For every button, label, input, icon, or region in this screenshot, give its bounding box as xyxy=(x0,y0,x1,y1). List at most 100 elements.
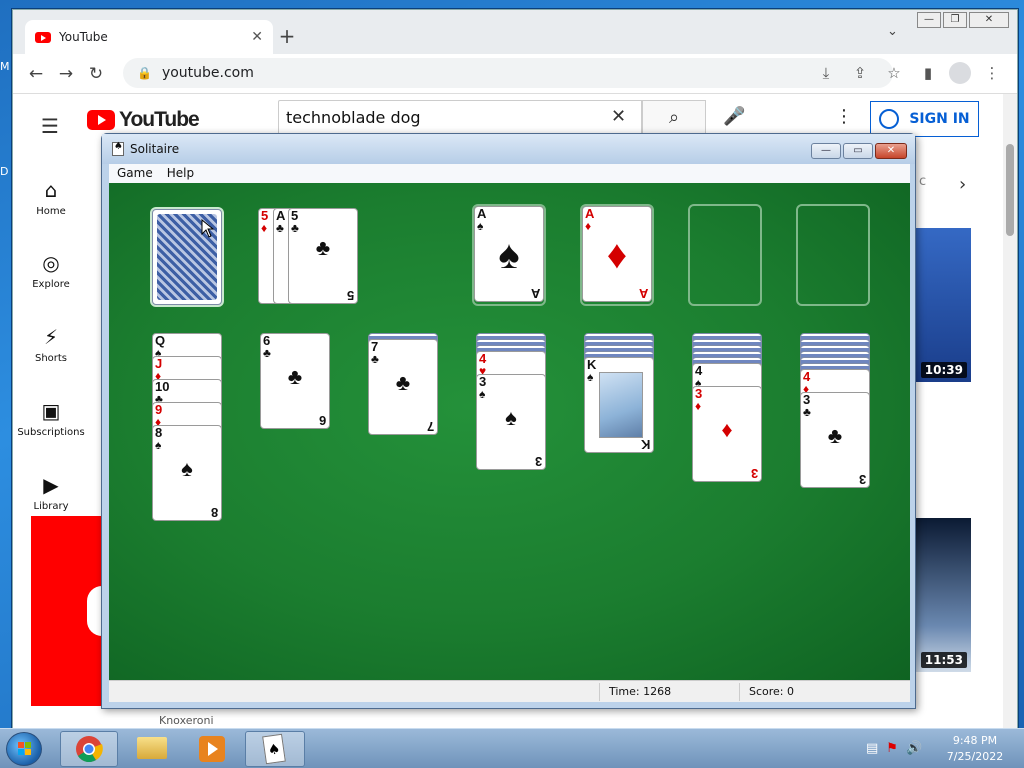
foundation-card[interactable]: A ♦ ♦ A xyxy=(582,206,652,302)
media-player-icon xyxy=(199,736,225,762)
profile-avatar[interactable] xyxy=(949,62,971,84)
chrome-window-controls: — ❐ ✕ xyxy=(917,12,1009,28)
maximize-button[interactable]: ▭ xyxy=(843,143,873,159)
time-readout: Time: 1268 xyxy=(609,685,672,698)
clear-search-icon[interactable]: ✕ xyxy=(611,106,626,127)
taskbar-explorer[interactable] xyxy=(124,731,182,767)
maximize-button[interactable]: ❐ xyxy=(943,12,967,28)
hamburger-menu-icon[interactable]: ☰ xyxy=(41,114,59,138)
microphone-icon[interactable]: 🎤 xyxy=(723,106,745,127)
address-bar[interactable]: 🔒 youtube.com xyxy=(123,58,893,88)
tableau-top-card[interactable]: 3 ♣ ♣ 3 xyxy=(800,392,870,488)
subscriptions-icon: ▣ xyxy=(41,399,61,423)
more-options-icon[interactable]: ⋮ xyxy=(835,106,853,127)
sidebar-item-label: Home xyxy=(36,206,66,217)
solitaire-window: Solitaire — ▭ ✕ Game Help 5♦ A♣ 5♣ ♣ 5 A… xyxy=(101,133,916,709)
filter-chip[interactable]: c xyxy=(919,174,926,189)
side-panel-icon[interactable]: ▮ xyxy=(915,64,941,82)
shorts-icon: ⚡ xyxy=(43,325,59,349)
chrome-icon xyxy=(76,736,103,763)
foundation-card[interactable]: A ♠ ♠ A xyxy=(474,206,544,302)
video-thumbnail[interactable] xyxy=(31,516,117,706)
tab-title: YouTube xyxy=(59,30,108,44)
sign-in-label: SIGN IN xyxy=(909,111,970,127)
scrollbar-thumb[interactable] xyxy=(1006,144,1014,236)
reload-icon[interactable]: ↻ xyxy=(81,64,111,84)
youtube-logo-text: YouTube xyxy=(119,108,200,131)
youtube-logo[interactable]: YouTube xyxy=(87,108,200,132)
bookmark-star-icon[interactable]: ☆ xyxy=(881,64,907,82)
compass-icon: ◎ xyxy=(42,251,60,275)
chrome-tab-bar: YouTube ✕ + ⌄ — ❐ ✕ xyxy=(13,10,1017,54)
chrome-menu-icon[interactable]: ⋮ xyxy=(979,64,1005,82)
close-button[interactable]: ✕ xyxy=(969,12,1009,28)
menu-help[interactable]: Help xyxy=(167,164,194,183)
search-input[interactable]: technoblade dog xyxy=(278,100,642,136)
solitaire-menu-bar: Game Help xyxy=(109,164,910,183)
video-thumbnail[interactable]: 11:53 xyxy=(913,518,971,672)
tableau-top-card[interactable]: 7 ♣ ♣ 7 xyxy=(368,339,438,435)
forward-icon[interactable]: → xyxy=(51,64,81,84)
window-title: Solitaire xyxy=(130,142,180,156)
tableau-top-card[interactable]: 6 ♣ ♣ 6 xyxy=(260,333,330,429)
sidebar-item-label: Subscriptions xyxy=(17,427,85,438)
tab-close-icon[interactable]: ✕ xyxy=(251,29,263,45)
clock[interactable]: 9:48 PM 7/25/2022 xyxy=(940,733,1010,765)
lock-icon[interactable]: 🔒 xyxy=(137,66,152,80)
channel-name[interactable]: Knoxeroni xyxy=(159,714,214,727)
sidebar-item-subscriptions[interactable]: ▣ Subscriptions xyxy=(13,399,89,438)
youtube-play-icon xyxy=(87,110,115,130)
network-icon[interactable]: ▤ xyxy=(866,741,878,756)
taskbar: ♠ ▤ ⚑ 🔊 9:48 PM 7/25/2022 xyxy=(0,728,1024,768)
taskbar-solitaire[interactable]: ♠ xyxy=(245,731,305,767)
video-thumbnail[interactable]: 10:39 xyxy=(913,228,971,382)
tableau-top-card[interactable]: 8 ♠ ♠ 8 xyxy=(152,425,222,521)
minimize-button[interactable]: — xyxy=(917,12,941,28)
sidebar-item-shorts[interactable]: ⚡ Shorts xyxy=(13,325,89,364)
sidebar-item-label: Explore xyxy=(32,279,70,290)
system-tray: ▤ ⚑ 🔊 xyxy=(866,741,922,756)
sidebar-item-explore[interactable]: ◎ Explore xyxy=(13,251,89,290)
foundation-slot-empty[interactable] xyxy=(796,204,870,306)
solitaire-window-controls: — ▭ ✕ xyxy=(811,143,907,159)
url-text: youtube.com xyxy=(161,65,254,81)
taskbar-chrome[interactable] xyxy=(60,731,118,767)
waste-top-card[interactable]: 5 ♣ ♣ 5 xyxy=(288,208,358,304)
back-icon[interactable]: ← xyxy=(21,64,51,84)
start-button[interactable] xyxy=(6,732,42,766)
tableau-top-card[interactable]: 3 ♦ ♦ 3 xyxy=(692,386,762,482)
sidebar-item-home[interactable]: ⌂ Home xyxy=(13,178,89,217)
solitaire-title-bar[interactable]: Solitaire — ▭ ✕ xyxy=(102,134,915,164)
tab-youtube[interactable]: YouTube ✕ xyxy=(25,20,273,54)
video-duration: 11:53 xyxy=(920,652,967,668)
page-scrollbar[interactable] xyxy=(1003,94,1017,729)
taskbar-media-player[interactable] xyxy=(184,731,242,767)
new-tab-button[interactable]: + xyxy=(275,24,299,48)
close-button[interactable]: ✕ xyxy=(875,143,907,159)
foundation-slot-empty[interactable] xyxy=(688,204,762,306)
sidebar-item-label: Library xyxy=(33,501,69,512)
chip-next-icon[interactable]: › xyxy=(959,174,966,195)
install-app-icon[interactable]: ⤓ xyxy=(813,64,839,82)
action-center-icon[interactable]: ⚑ xyxy=(886,741,898,756)
solitaire-app-icon xyxy=(112,141,124,156)
score-readout: Score: 0 xyxy=(749,685,795,698)
menu-game[interactable]: Game xyxy=(117,164,153,183)
desktop-edge-text: D xyxy=(0,165,9,178)
tab-search-icon[interactable]: ⌄ xyxy=(887,24,898,39)
tableau-top-card[interactable]: 3 ♠ ♠ 3 xyxy=(476,374,546,470)
search-button[interactable]: ⌕ xyxy=(642,100,706,136)
tableau-top-card[interactable]: K ♠ K xyxy=(584,357,654,453)
mouse-cursor-icon xyxy=(201,219,215,238)
solitaire-taskbar-icon: ♠ xyxy=(262,733,286,765)
video-duration: 10:39 xyxy=(920,362,967,378)
clock-date: 7/25/2022 xyxy=(946,750,1004,763)
sign-in-button[interactable]: SIGN IN xyxy=(870,101,979,137)
toolbar-actions: ⤓ ⇪ ☆ ▮ ⋮ xyxy=(813,62,1005,84)
volume-icon[interactable]: 🔊 xyxy=(906,741,922,756)
sidebar-item-library[interactable]: ▶ Library xyxy=(13,473,89,512)
clock-time: 9:48 PM xyxy=(952,734,998,747)
minimize-button[interactable]: — xyxy=(811,143,841,159)
share-icon[interactable]: ⇪ xyxy=(847,64,873,82)
chrome-toolbar: ← → ↻ 🔒 youtube.com ⤓ ⇪ ☆ ▮ ⋮ xyxy=(13,54,1017,94)
